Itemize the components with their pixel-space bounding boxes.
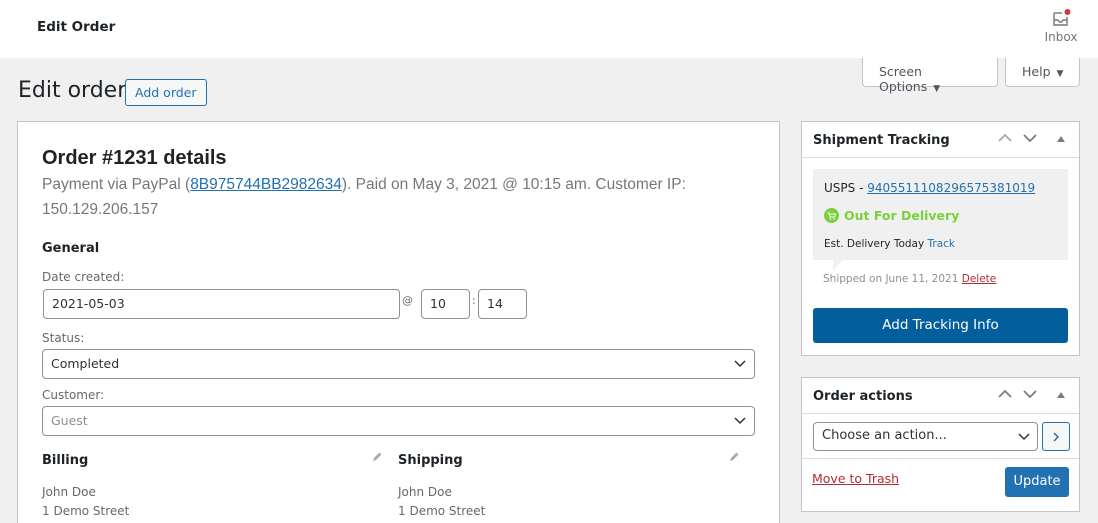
notification-dot xyxy=(1064,9,1071,15)
date-created-input[interactable]: 2021-05-03 xyxy=(43,289,400,319)
order-data-panel: Order #1231 details Payment via PayPal (… xyxy=(17,121,780,523)
order-actions-header: Order actions xyxy=(802,378,1079,414)
est-delivery-text: Est. Delivery Today xyxy=(824,238,928,250)
move-up-chevron-icon[interactable] xyxy=(997,388,1013,400)
colon-separator: : xyxy=(472,294,476,307)
carrier-name: USPS - xyxy=(824,181,868,195)
tracking-line: USPS - 9405511108296575381019 xyxy=(824,181,1035,195)
general-heading: General xyxy=(42,241,100,256)
inbox-label: Inbox xyxy=(1044,30,1078,44)
collapse-triangle-icon[interactable] xyxy=(1056,135,1066,143)
customer-select[interactable]: Guest xyxy=(42,406,755,436)
payment-prefix: Payment via PayPal ( xyxy=(42,176,191,193)
cart-icon xyxy=(824,208,839,223)
page-title: Edit order xyxy=(18,78,127,103)
top-bar: Edit Order Inbox xyxy=(0,0,1098,58)
order-actions-title: Order actions xyxy=(813,389,913,404)
status-label: Status: xyxy=(42,331,85,345)
tracking-number-link[interactable]: 9405511108296575381019 xyxy=(867,181,1035,195)
help-label: Help xyxy=(1022,64,1051,79)
move-down-chevron-icon[interactable] xyxy=(1022,132,1038,144)
order-actions-box: Order actions Choose an action... Move t… xyxy=(801,377,1080,512)
tracking-card: USPS - 9405511108296575381019 Out For De… xyxy=(813,169,1068,270)
screen-options-button[interactable]: Screen Options ▼ xyxy=(862,58,998,94)
transaction-id-link[interactable]: 8B975744BB2982634 xyxy=(190,176,342,193)
edit-billing-pencil-icon[interactable] xyxy=(371,451,383,463)
status-value: Completed xyxy=(51,356,120,371)
move-to-trash-link[interactable]: Move to Trash xyxy=(812,471,899,486)
shipping-address: John Doe 1 Demo Street xyxy=(398,483,485,521)
top-bar-title: Edit Order xyxy=(37,19,116,35)
date-created-label: Date created: xyxy=(42,270,125,284)
apply-action-button[interactable] xyxy=(1042,422,1070,451)
shipment-tracking-box: Shipment Tracking USPS - 940551110829657… xyxy=(801,121,1080,356)
shipment-tracking-title: Shipment Tracking xyxy=(813,133,950,148)
caret-down-icon: ▼ xyxy=(933,84,941,94)
edit-shipping-pencil-icon[interactable] xyxy=(728,451,740,463)
tracking-status-text: Out For Delivery xyxy=(844,208,960,223)
screen-options-label: Screen Options xyxy=(879,64,928,94)
billing-name: John Doe xyxy=(42,485,96,499)
billing-heading: Billing xyxy=(42,453,89,468)
update-button[interactable]: Update xyxy=(1005,467,1069,497)
shipped-on-text: Shipped on June 11, 2021 xyxy=(823,273,962,285)
inbox-button[interactable]: Inbox xyxy=(1040,8,1082,44)
shipping-name: John Doe xyxy=(398,485,452,499)
order-actions-footer: Move to Trash Update xyxy=(802,459,1079,504)
caret-down-icon: ▼ xyxy=(1056,69,1064,79)
chevron-down-icon xyxy=(734,360,746,368)
order-action-value: Choose an action... xyxy=(822,428,947,443)
billing-street: 1 Demo Street xyxy=(42,504,130,518)
card-pointer xyxy=(833,260,843,270)
inbox-icon xyxy=(1053,9,1071,26)
move-up-chevron-icon[interactable] xyxy=(997,132,1013,144)
shipping-street: 1 Demo Street xyxy=(398,504,486,518)
order-heading: Order #1231 details xyxy=(42,147,227,169)
order-action-select[interactable]: Choose an action... xyxy=(813,422,1038,451)
order-action-row: Choose an action... xyxy=(802,414,1079,459)
estimated-delivery: Est. Delivery Today Track xyxy=(824,238,955,250)
help-button[interactable]: Help ▼ xyxy=(1005,58,1080,87)
delete-tracking-link[interactable]: Delete xyxy=(962,273,997,285)
chevron-down-icon xyxy=(1018,433,1030,441)
collapse-triangle-icon[interactable] xyxy=(1056,391,1066,399)
shipping-heading: Shipping xyxy=(398,453,463,468)
hour-input[interactable]: 10 xyxy=(421,289,470,319)
shipped-on: Shipped on June 11, 2021 Delete xyxy=(823,273,996,285)
minute-input[interactable]: 14 xyxy=(478,289,527,319)
track-link[interactable]: Track xyxy=(928,238,955,250)
billing-address: John Doe 1 Demo Street xyxy=(42,483,129,521)
chevron-down-icon xyxy=(734,417,746,425)
customer-label: Customer: xyxy=(42,388,105,402)
payment-info: Payment via PayPal (8B975744BB2982634). … xyxy=(42,172,742,222)
status-select[interactable]: Completed xyxy=(42,349,755,379)
move-down-chevron-icon[interactable] xyxy=(1022,388,1038,400)
add-tracking-info-button[interactable]: Add Tracking Info xyxy=(813,308,1068,343)
at-separator: @ xyxy=(402,294,413,307)
add-order-button[interactable]: Add order xyxy=(125,79,207,106)
customer-value: Guest xyxy=(51,413,88,428)
chevron-right-icon xyxy=(1053,432,1060,442)
shipment-tracking-header: Shipment Tracking xyxy=(802,122,1079,158)
tracking-status: Out For Delivery xyxy=(824,208,959,223)
